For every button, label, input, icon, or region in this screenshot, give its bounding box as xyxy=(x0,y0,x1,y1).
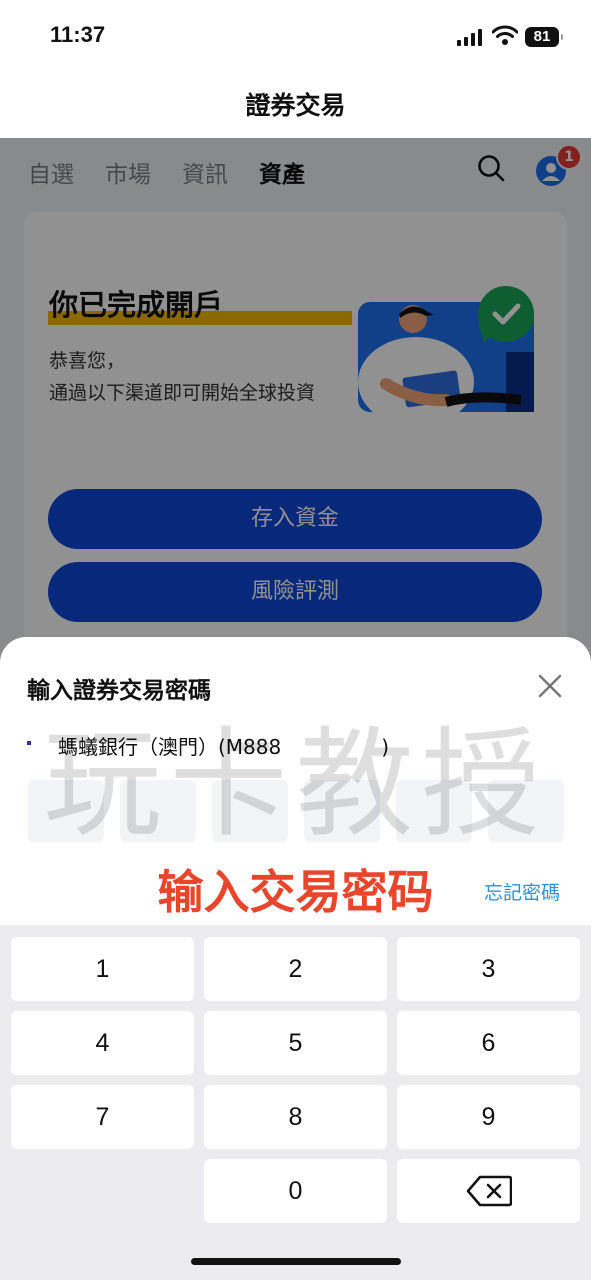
wifi-icon xyxy=(492,25,518,45)
backspace-icon xyxy=(466,1175,512,1207)
home-indicator xyxy=(191,1258,401,1265)
key-7[interactable]: 7 xyxy=(11,1085,194,1149)
backspace-key[interactable] xyxy=(397,1159,580,1223)
key-3[interactable]: 3 xyxy=(397,937,580,1001)
watermark-text: 玩卡教授 xyxy=(43,715,548,853)
key-5[interactable]: 5 xyxy=(204,1011,387,1075)
key-6[interactable]: 6 xyxy=(397,1011,580,1075)
key-1[interactable]: 1 xyxy=(11,937,194,1001)
battery-indicator: 81 xyxy=(525,27,563,47)
key-2[interactable]: 2 xyxy=(204,937,387,1001)
key-0[interactable]: 0 xyxy=(204,1159,387,1223)
page-title: 證券交易 xyxy=(245,91,346,120)
status-time: 11:37 xyxy=(50,22,106,47)
key-8[interactable]: 8 xyxy=(204,1085,387,1149)
key-9[interactable]: 9 xyxy=(397,1085,580,1149)
key-4[interactable]: 4 xyxy=(11,1011,194,1075)
cellular-signal-icon xyxy=(457,28,485,46)
key-empty xyxy=(11,1159,194,1223)
forgot-password-link[interactable]: 忘記密碼 xyxy=(484,878,560,905)
